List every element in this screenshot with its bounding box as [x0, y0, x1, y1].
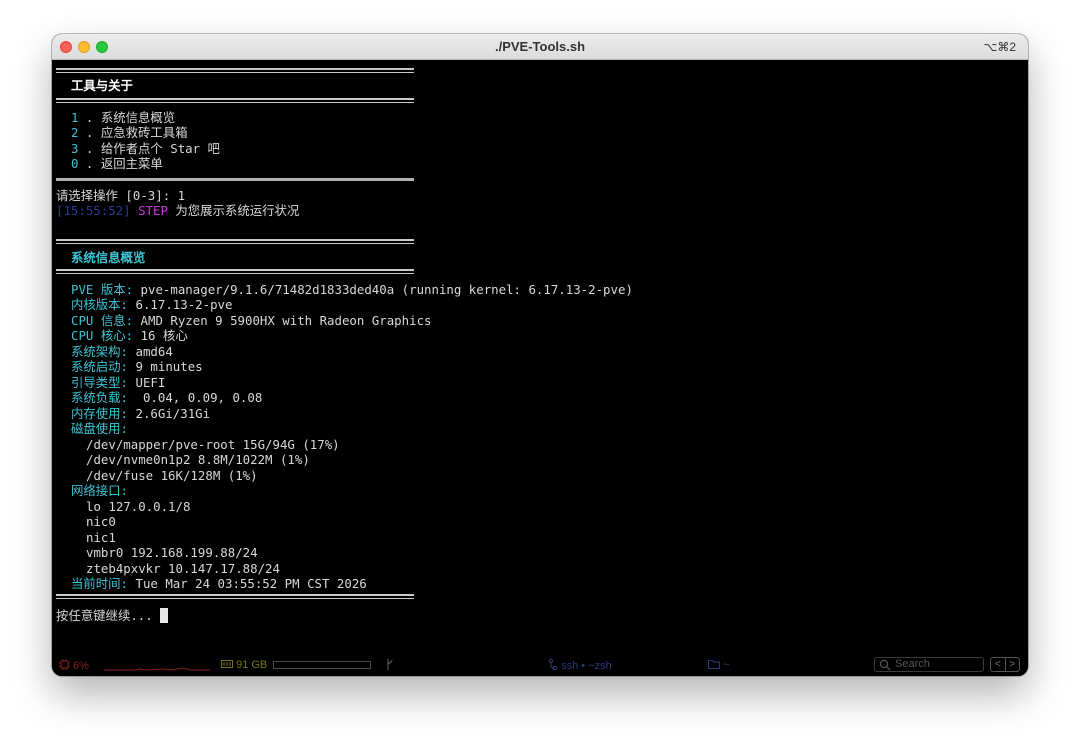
continue-prompt-text: 按任意键继续... — [56, 608, 161, 623]
sysinfo-header: 系统信息概览 — [71, 250, 146, 265]
menu-item: 1 . 系统信息概览 — [71, 110, 175, 126]
search-nav: < > — [990, 657, 1020, 672]
divider — [56, 239, 414, 244]
info-row-time: 当前时间: Tue Mar 24 03:55:52 PM CST 2026 — [71, 576, 367, 592]
info-row-boot: 引导类型: UEFI — [71, 375, 165, 391]
continue-prompt[interactable]: 按任意键继续... — [56, 608, 169, 624]
info-row-cores: CPU 核心: 16 核心 — [71, 328, 188, 344]
info-row-uptime: 系统启动: 9 minutes — [71, 359, 203, 375]
folder-status[interactable]: ~ — [708, 659, 730, 672]
memory-bar — [273, 661, 371, 669]
session-status[interactable]: ssh • ~zsh — [548, 658, 612, 673]
info-row-load: 系统负载: 0.04, 0.09, 0.08 — [71, 390, 262, 406]
info-key: 内核版本: — [71, 297, 129, 312]
memory-status[interactable]: 91 GB — [221, 659, 267, 672]
menu-item-label: . 给作者点个 Star 吧 — [78, 141, 220, 156]
info-row-pve-version: PVE 版本: pve-manager/9.1.6/71482d1833ded4… — [71, 282, 633, 298]
terminal-window: ./PVE-Tools.sh ⌥⌘2 工具与关于 1 . 系统信息概览 2 . … — [52, 34, 1028, 676]
info-key: PVE 版本: — [71, 282, 134, 297]
menu-item-label: . 系统信息概览 — [78, 110, 176, 125]
disk-row: /dev/fuse 16K/128M (1%) — [86, 468, 258, 483]
menu-item-label: . 应急救砖工具箱 — [78, 125, 188, 140]
info-key: 系统启动: — [71, 359, 129, 374]
session-label: ssh • ~zsh — [561, 660, 612, 672]
info-key: 内存使用: — [71, 406, 129, 421]
net-label: 网络接口: — [71, 483, 129, 498]
menu-item: 0 . 返回主菜单 — [71, 156, 163, 172]
menu-header: 工具与关于 — [71, 78, 133, 93]
info-row-kernel: 内核版本: 6.17.13-2-pve — [71, 297, 232, 313]
folder-label: ~ — [723, 659, 730, 671]
search-next-button[interactable]: > — [1006, 658, 1020, 671]
net-row: zteb4pxvkr 10.147.17.88/24 — [86, 561, 280, 576]
net-row: lo 127.0.0.1/8 — [86, 499, 191, 514]
info-key: CPU 核心: — [71, 328, 134, 343]
search-icon — [879, 659, 891, 671]
net-row: nic0 — [86, 514, 116, 529]
window-shortcut: ⌥⌘2 — [983, 40, 1016, 54]
net-row: vmbr0 192.168.199.88/24 — [86, 545, 258, 560]
branch-icon — [387, 659, 393, 670]
divider — [56, 178, 414, 181]
choice-prompt: 请选择操作 [0-3]: 1 — [56, 188, 186, 203]
cpu-sparkline — [104, 667, 210, 671]
info-row-cpu: CPU 信息: AMD Ryzen 9 5900HX with Radeon G… — [71, 313, 432, 329]
cpu-status[interactable]: 6% — [59, 659, 89, 673]
info-value: Tue Mar 24 03:55:52 PM CST 2026 — [128, 576, 367, 591]
search-input[interactable]: Search — [874, 657, 984, 672]
info-value: amd64 — [128, 344, 173, 359]
info-key: 系统负载: — [71, 390, 129, 405]
terminal-output[interactable]: 工具与关于 1 . 系统信息概览 2 . 应急救砖工具箱 3 . 给作者点个 S… — [52, 60, 1028, 648]
disk-label: 磁盘使用: — [71, 421, 129, 436]
info-value: UEFI — [128, 375, 166, 390]
info-key: CPU 信息: — [71, 313, 134, 328]
info-value: 2.6Gi/31Gi — [128, 406, 211, 421]
folder-icon — [708, 660, 720, 669]
session-icon — [548, 658, 558, 671]
info-row-arch: 系统架构: amd64 — [71, 344, 173, 360]
disk-row: /dev/mapper/pve-root 15G/94G (17%) — [86, 437, 340, 452]
menu-item-label: . 返回主菜单 — [78, 156, 163, 171]
memory-icon — [221, 660, 233, 668]
info-value: AMD Ryzen 9 5900HX with Radeon Graphics — [133, 313, 432, 328]
info-row-memory: 内存使用: 2.6Gi/31Gi — [71, 406, 210, 422]
info-value: 9 minutes — [128, 359, 203, 374]
info-value: 6.17.13-2-pve — [128, 297, 233, 312]
divider — [56, 98, 414, 103]
search-prev-button[interactable]: < — [991, 658, 1006, 671]
cpu-icon — [59, 659, 70, 670]
search-placeholder: Search — [895, 658, 930, 670]
info-value: 0.04, 0.09, 0.08 — [128, 390, 263, 405]
log-tag: STEP — [138, 203, 168, 218]
info-value: 16 核心 — [133, 328, 188, 343]
title-bar: ./PVE-Tools.sh ⌥⌘2 — [52, 34, 1028, 60]
divider — [56, 594, 414, 599]
menu-item: 2 . 应急救砖工具箱 — [71, 125, 188, 141]
text-cursor — [160, 608, 169, 623]
divider — [56, 68, 414, 73]
info-key: 当前时间: — [71, 576, 129, 591]
divider — [56, 269, 414, 274]
info-key: 系统架构: — [71, 344, 129, 359]
menu-item: 3 . 给作者点个 Star 吧 — [71, 141, 220, 157]
info-key: 引导类型: — [71, 375, 129, 390]
window-title: ./PVE-Tools.sh — [494, 39, 586, 54]
log-line: [15:55:52] STEP 为您展示系统运行状况 — [56, 203, 299, 219]
info-value: pve-manager/9.1.6/71482d1833ded40a (runn… — [133, 282, 633, 297]
memory-value: 91 GB — [236, 659, 268, 671]
status-bar: 6% 91 GB ssh • ~zsh ~ Search < > — [52, 654, 1028, 676]
cpu-value: 6% — [73, 660, 89, 672]
disk-row: /dev/nvme0n1p2 8.8M/1022M (1%) — [86, 452, 310, 467]
log-time: [15:55:52] — [56, 203, 131, 218]
net-row: nic1 — [86, 530, 116, 545]
log-message: 为您展示系统运行状况 — [167, 203, 300, 218]
branch-status[interactable] — [386, 659, 394, 674]
